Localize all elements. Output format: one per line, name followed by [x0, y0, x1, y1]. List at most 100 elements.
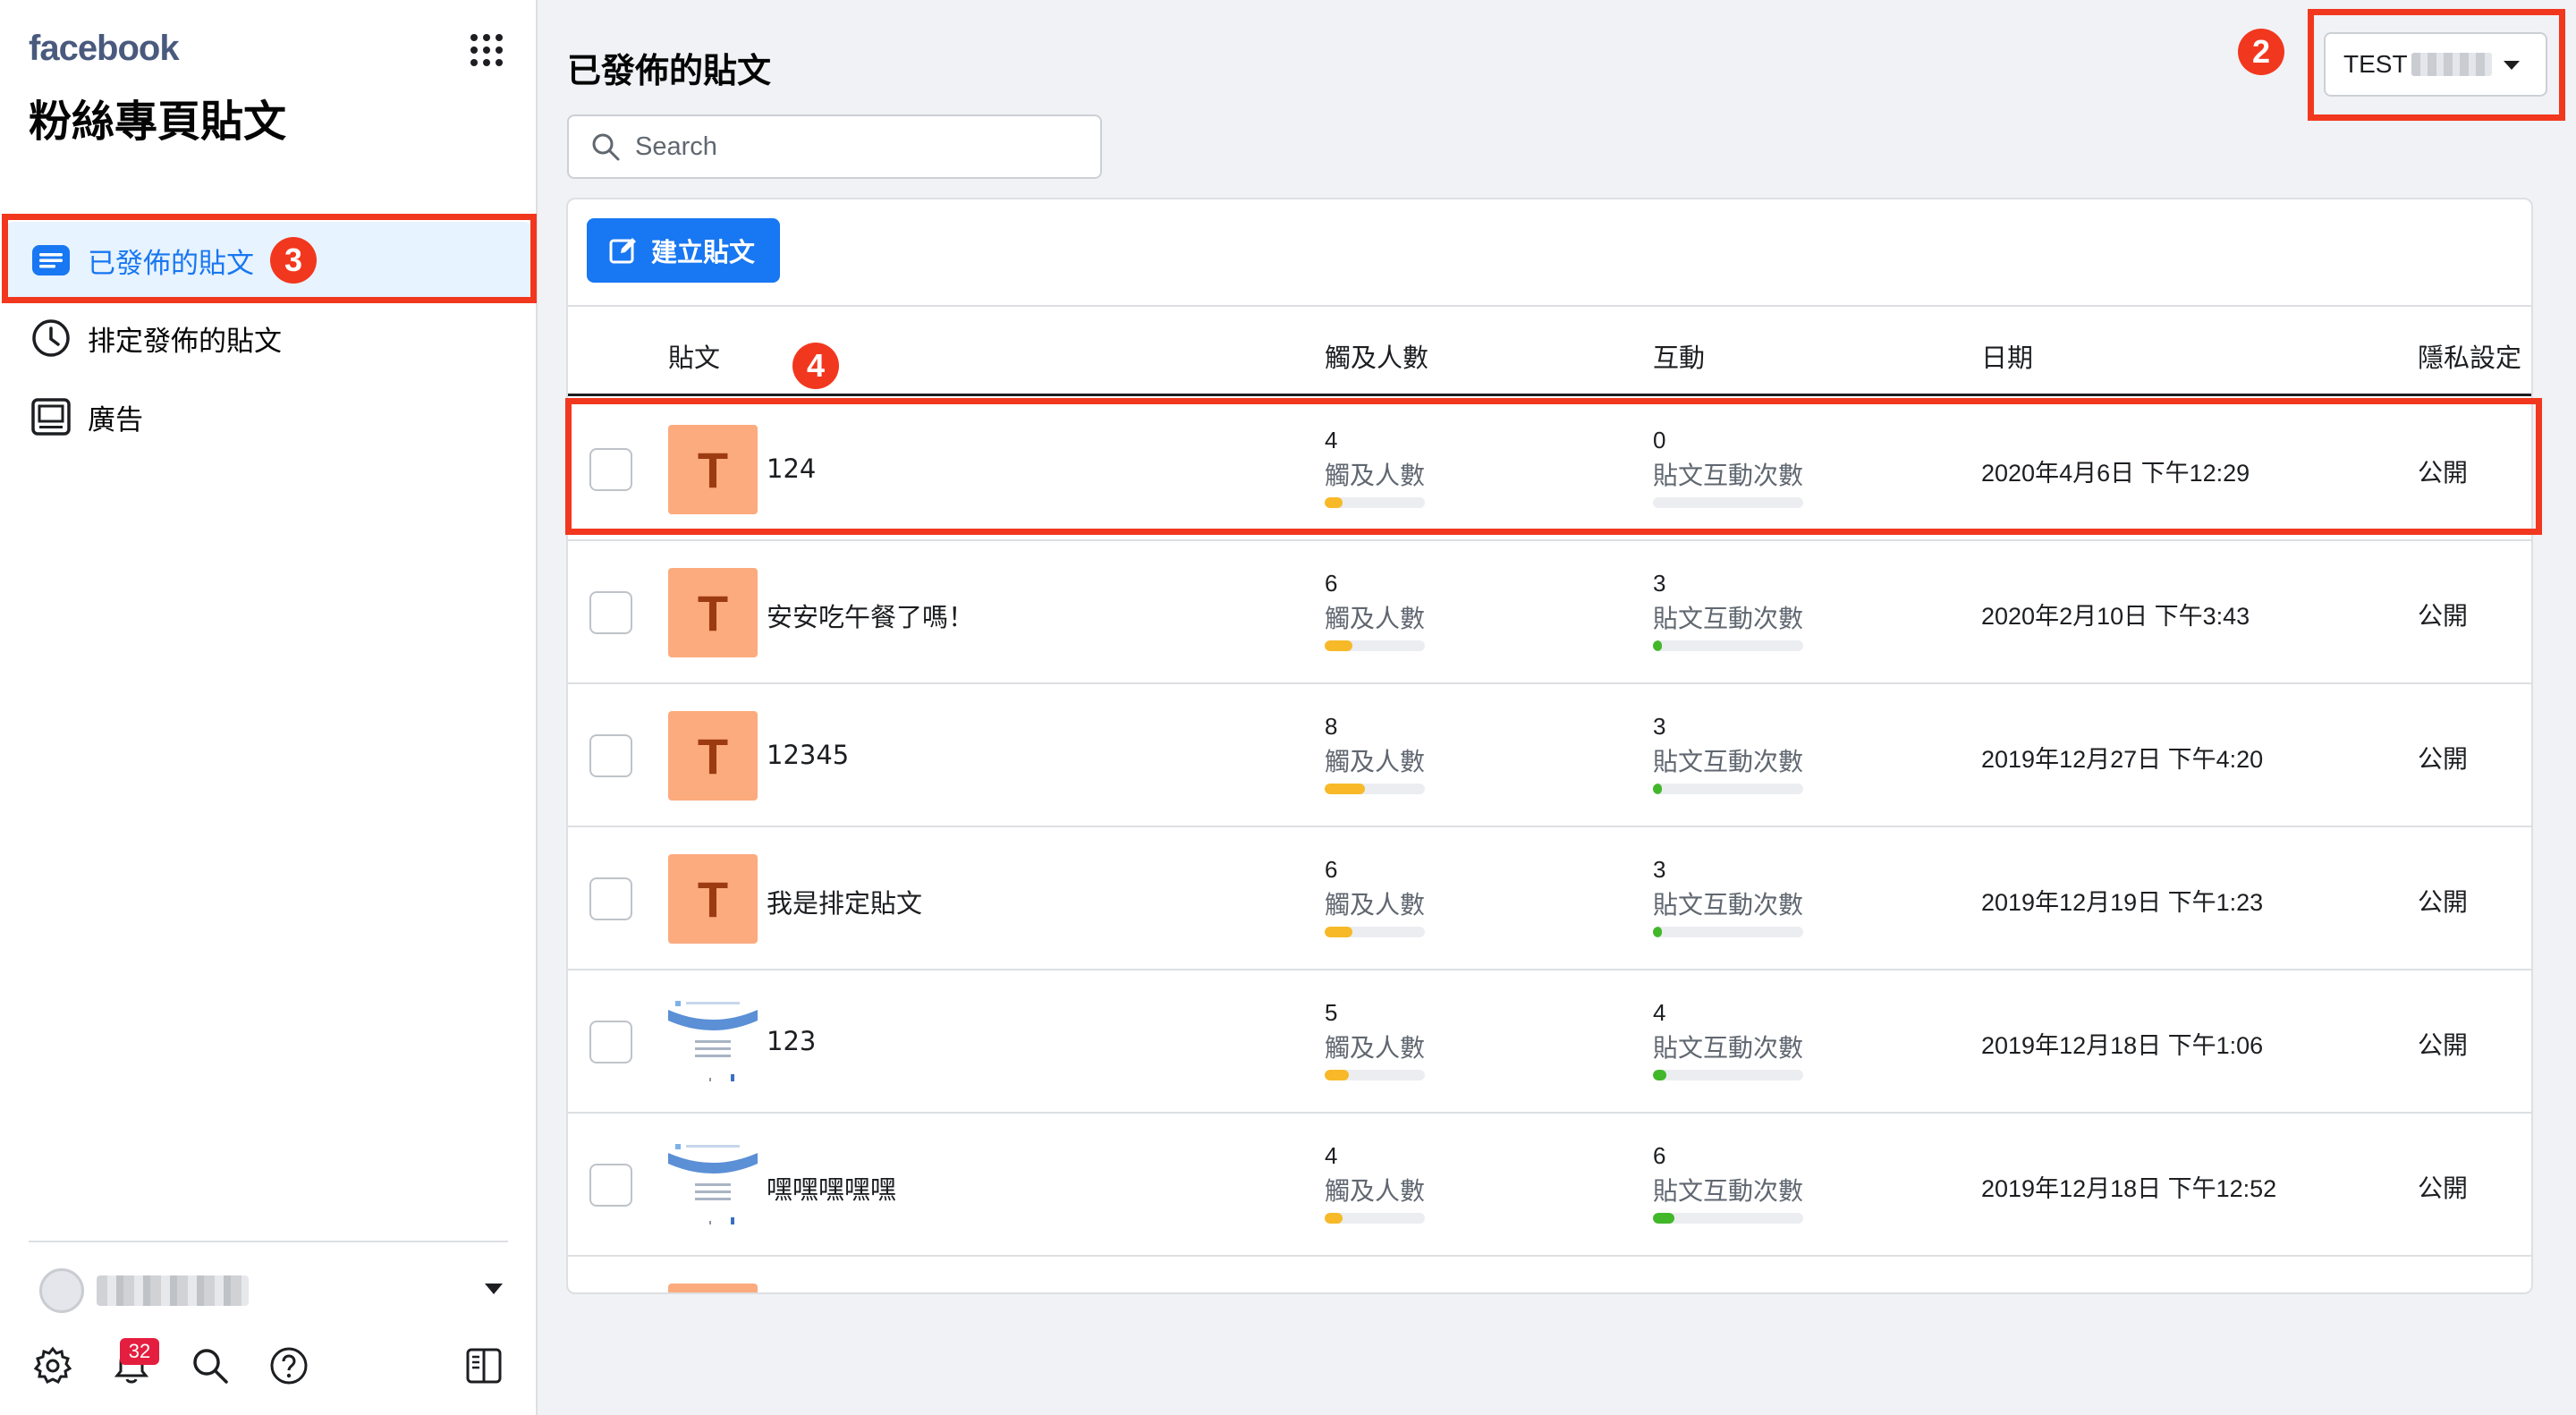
help-icon[interactable] — [268, 1345, 309, 1386]
sidebar-item-label: 已發佈的貼文 — [88, 247, 254, 280]
privacy-setting[interactable]: 公開 — [2418, 740, 2468, 775]
privacy-setting[interactable]: 公開 — [2418, 883, 2468, 919]
facebook-logo[interactable]: facebook — [29, 29, 180, 69]
reach-bar-fill — [1325, 927, 1353, 937]
reach-bar-fill — [1325, 1213, 1343, 1224]
reach-value: 6 — [1325, 570, 1338, 597]
row-checkbox[interactable] — [589, 1164, 632, 1207]
reach-value: 8 — [1325, 713, 1338, 740]
reach-bar-fill — [1325, 640, 1353, 651]
post-text[interactable]: 124 — [767, 453, 816, 484]
engagement-value: 3 — [1653, 713, 1666, 740]
row-checkbox[interactable] — [589, 877, 632, 920]
avatar — [39, 1268, 84, 1313]
compose-icon — [609, 238, 636, 264]
engagement-value: 3 — [1653, 570, 1666, 597]
sidebar-title: 粉絲專頁貼文 — [29, 97, 287, 147]
table-row[interactable]: 123 5 觸及人數 4 貼文互動次數 2019年12月18日 下午1:06 公… — [568, 970, 2531, 1114]
reach-metric: 6 觸及人數 — [1325, 856, 1425, 937]
post-date: 2019年12月19日 下午1:23 — [1981, 889, 2264, 916]
panel-toggle-icon[interactable] — [463, 1345, 504, 1386]
post-date: 2020年4月6日 下午12:29 — [1981, 460, 2250, 487]
engagement-bar — [1653, 1070, 1803, 1080]
privacy-setting[interactable]: 公開 — [2418, 453, 2468, 489]
sidebar-item-ads[interactable]: 廣告 — [0, 377, 538, 456]
reach-metric: 4 觸及人數 — [1325, 1142, 1425, 1224]
column-header-engagement[interactable]: 互動 — [1653, 337, 1705, 375]
post-text[interactable]: 12345 — [767, 740, 849, 770]
engagement-label: 貼文互動次數 — [1653, 890, 1804, 919]
row-checkbox[interactable] — [589, 1021, 632, 1063]
account-switcher[interactable] — [39, 1265, 504, 1315]
post-date: 2019年12月18日 下午12:52 — [1981, 1175, 2277, 1202]
engagement-bar-fill — [1653, 1213, 1674, 1224]
sidebar-divider — [29, 1241, 508, 1242]
page-selector-dropdown[interactable]: TEST — [2324, 32, 2547, 97]
row-checkbox[interactable] — [589, 734, 632, 777]
reach-bar — [1325, 1213, 1425, 1224]
posts-panel: 建立貼文 貼文 觸及人數 互動 日期 隱私設定 T 124 4 觸及人數 0 貼… — [566, 198, 2533, 1294]
page-selector-label: TEST — [2343, 50, 2408, 78]
reach-bar — [1325, 784, 1425, 794]
chevron-down-icon — [2504, 61, 2520, 70]
column-header-reach[interactable]: 觸及人數 — [1325, 337, 1428, 375]
post-thumbnail[interactable]: T — [668, 568, 758, 657]
engagement-bar — [1653, 927, 1803, 937]
search-icon[interactable] — [190, 1345, 231, 1386]
sidebar-item-label: 廣告 — [88, 403, 143, 436]
post-date: 2019年12月18日 下午1:06 — [1981, 1032, 2264, 1059]
table-row[interactable]: T 安安吃午餐了嗎！ 6 觸及人數 3 貼文互動次數 2020年2月10日 下午… — [568, 541, 2531, 684]
post-text[interactable]: 嘿嘿嘿嘿嘿 — [767, 1169, 896, 1207]
search-field[interactable] — [567, 114, 1102, 179]
engagement-metric: 3 貼文互動次數 — [1653, 570, 1803, 651]
table-header: 貼文 觸及人數 互動 日期 隱私設定 — [568, 307, 2531, 396]
table-row[interactable]: T 12345 8 觸及人數 3 貼文互動次數 2019年12月27日 下午4:… — [568, 684, 2531, 827]
post-thumbnail[interactable]: T — [668, 711, 758, 801]
privacy-setting[interactable]: 公開 — [2418, 1169, 2468, 1205]
column-header-privacy[interactable]: 隱私設定 — [2418, 337, 2521, 375]
privacy-setting[interactable]: 公開 — [2418, 597, 2468, 632]
create-post-button[interactable]: 建立貼文 — [587, 218, 780, 283]
engagement-bar — [1653, 497, 1803, 508]
reach-value: 6 — [1325, 856, 1338, 883]
gear-icon[interactable] — [32, 1345, 73, 1386]
sidebar-nav: 已發佈的貼文 排定發佈的貼文 廣告 — [0, 215, 538, 456]
reach-bar-fill — [1325, 784, 1365, 794]
chevron-down-icon — [485, 1284, 503, 1294]
apps-grid-icon[interactable] — [469, 32, 504, 68]
sidebar-item-published-posts[interactable]: 已發佈的貼文 — [7, 222, 530, 299]
post-text[interactable]: 123 — [767, 1026, 816, 1056]
annotation-marker-4: 4 — [792, 343, 839, 389]
create-post-label: 建立貼文 — [651, 237, 756, 267]
page-name-redacted — [2411, 53, 2492, 76]
table-row[interactable]: T 我是排定貼文 6 觸及人數 3 貼文互動次數 2019年12月19日 下午1… — [568, 827, 2531, 970]
row-checkbox[interactable] — [589, 591, 632, 634]
reach-label: 觸及人數 — [1325, 890, 1426, 919]
engagement-bar-fill — [1653, 784, 1663, 794]
post-thumbnail[interactable] — [668, 1140, 758, 1230]
reach-metric: 5 觸及人數 — [1325, 999, 1425, 1080]
reach-bar-fill — [1325, 1070, 1349, 1080]
published-posts-icon — [32, 245, 70, 275]
post-thumbnail[interactable]: T — [668, 854, 758, 944]
column-header-date[interactable]: 日期 — [1981, 337, 2033, 375]
reach-bar — [1325, 497, 1425, 508]
row-checkbox[interactable] — [589, 448, 632, 491]
image-thumbnail-icon — [668, 997, 758, 1087]
post-text[interactable]: 我是排定貼文 — [767, 883, 922, 920]
post-thumbnail[interactable] — [668, 997, 758, 1087]
table-row[interactable]: 嘿嘿嘿嘿嘿 4 觸及人數 6 貼文互動次數 2019年12月18日 下午12:5… — [568, 1114, 2531, 1257]
post-date: 2020年2月10日 下午3:43 — [1981, 603, 2250, 630]
engagement-value: 3 — [1653, 856, 1666, 883]
table-row-partial — [568, 1257, 2531, 1292]
post-text[interactable]: 安安吃午餐了嗎！ — [767, 597, 974, 634]
reach-label: 觸及人數 — [1325, 461, 1426, 490]
privacy-setting[interactable]: 公開 — [2418, 1026, 2468, 1062]
search-input[interactable] — [635, 131, 1082, 162]
sidebar-item-scheduled-posts[interactable]: 排定發佈的貼文 — [0, 299, 538, 377]
post-thumbnail[interactable]: T — [668, 425, 758, 514]
engagement-metric: 6 貼文互動次數 — [1653, 1142, 1803, 1224]
column-header-post[interactable]: 貼文 — [668, 337, 720, 375]
reach-bar — [1325, 1070, 1425, 1080]
table-row[interactable]: T 124 4 觸及人數 0 貼文互動次數 2020年4月6日 下午12:29 … — [568, 398, 2531, 541]
